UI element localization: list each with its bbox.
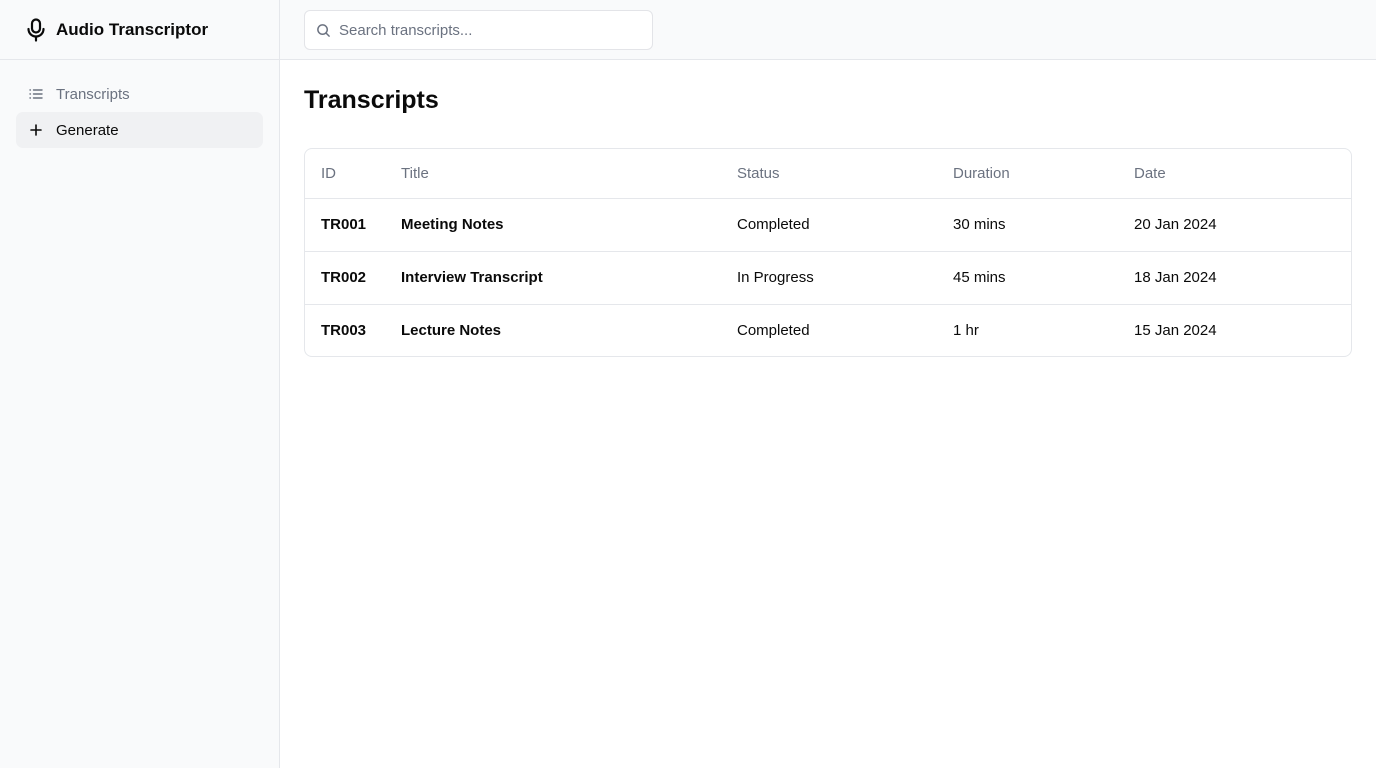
column-header-date[interactable]: Date: [1134, 149, 1351, 199]
microphone-icon: [25, 17, 47, 42]
plus-icon: [28, 122, 44, 138]
sidebar-item-transcripts[interactable]: Transcripts: [16, 76, 263, 112]
cell-id: TR003: [321, 321, 367, 339]
column-header-title[interactable]: Title: [401, 149, 737, 199]
page-title: Transcripts: [304, 86, 439, 114]
column-header-duration[interactable]: Duration: [953, 149, 1134, 199]
cell-title: Interview Transcript: [401, 251, 737, 305]
search-icon: [316, 22, 332, 38]
transcripts-table-card: ID Title Status Duration Date TR001 Meet…: [304, 148, 1352, 357]
top-bar: [280, 0, 1376, 60]
list-icon: [28, 86, 44, 102]
column-header-id[interactable]: ID: [305, 149, 401, 199]
table-row[interactable]: TR003 Lecture Notes Completed 1 hr 15 Ja…: [305, 304, 1351, 356]
transcripts-table: ID Title Status Duration Date TR001 Meet…: [305, 149, 1351, 356]
cell-date: 20 Jan 2024: [1134, 198, 1351, 252]
app-title: Audio Transcriptor: [56, 19, 209, 39]
search-input[interactable]: [339, 21, 629, 39]
cell-duration: 45 mins: [953, 251, 1134, 305]
cell-date: 15 Jan 2024: [1134, 321, 1217, 339]
sidebar-nav: Transcripts Generate: [0, 60, 279, 164]
cell-status: In Progress: [737, 251, 953, 305]
cell-status: Completed: [737, 198, 953, 252]
sidebar-item-label: Transcripts: [56, 85, 130, 103]
sidebar-item-generate[interactable]: Generate: [16, 112, 263, 148]
cell-duration: 30 mins: [953, 198, 1134, 252]
table-row[interactable]: TR001 Meeting Notes Completed 30 mins 20…: [305, 198, 1351, 252]
sidebar: Audio Transcriptor Transcripts Generate: [0, 0, 280, 768]
cell-status: Completed: [737, 321, 810, 339]
cell-id: TR002: [305, 251, 401, 305]
cell-id: TR001: [305, 198, 401, 252]
cell-duration: 1 hr: [953, 321, 979, 339]
cell-title: Lecture Notes: [401, 321, 502, 339]
sidebar-item-label: Generate: [56, 121, 119, 139]
cell-title: Meeting Notes: [401, 198, 737, 252]
main-content: Transcripts ID Title Status Duration Dat…: [304, 60, 1352, 357]
brand: Audio Transcriptor: [0, 0, 279, 60]
column-header-status[interactable]: Status: [737, 149, 953, 199]
table-row[interactable]: TR002 Interview Transcript In Progress 4…: [305, 251, 1351, 305]
search-box[interactable]: [304, 10, 653, 50]
table-header-row: ID Title Status Duration Date: [305, 149, 1351, 199]
cell-date: 18 Jan 2024: [1134, 251, 1351, 305]
